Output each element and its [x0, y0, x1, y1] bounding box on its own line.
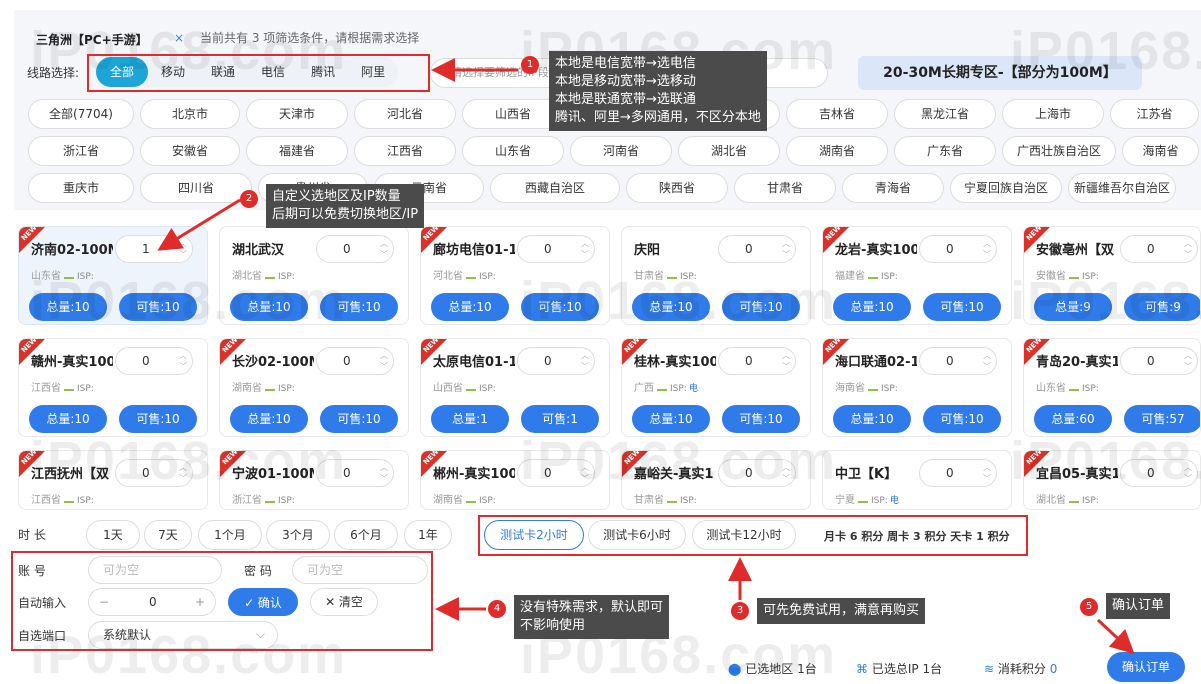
annotation-arrows	[157, 58, 1135, 655]
